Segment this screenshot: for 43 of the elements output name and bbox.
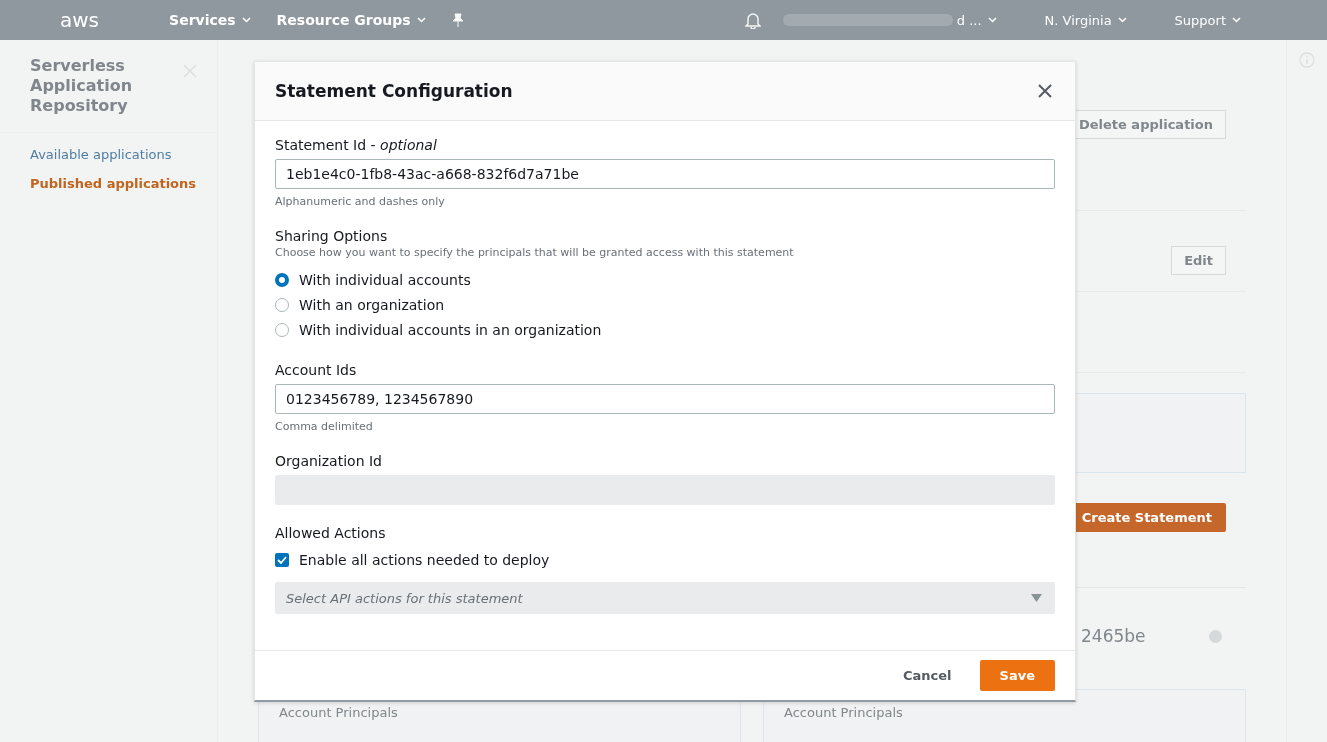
- logo[interactable]: aws: [60, 8, 100, 32]
- region-menu[interactable]: N. Virginia: [1044, 12, 1127, 28]
- card-title: Account Principals: [279, 705, 398, 720]
- radio-label: With individual accounts: [299, 271, 471, 288]
- field-label: Account Ids: [275, 362, 358, 378]
- pin-icon[interactable]: [451, 13, 464, 27]
- nav-menu[interactable]: Services: [169, 12, 251, 28]
- field-description: Choose how you want to specify the principals that will be granted access with this statement: [275, 246, 795, 259]
- radio-label: With an organization: [299, 296, 445, 313]
- dialog-title: Statement Configuration: [275, 81, 513, 101]
- caret-icon: [1117, 17, 1127, 23]
- caret-icon: [1232, 17, 1241, 23]
- account-ids-field[interactable]: 0123456789, 1234567890: [275, 384, 1055, 414]
- radio-label: With individual accounts in an organization: [299, 321, 602, 338]
- field-hint: Comma delimited: [275, 420, 374, 433]
- caret-icon: [241, 17, 251, 23]
- statement-id-field[interactable]: 1eb1e4c0-1fb8-43ac-a668-832f6d7a71be: [275, 159, 1055, 189]
- field-label: Allowed Actions: [275, 525, 387, 541]
- checkbox-label: Enable all actions needed to deploy: [299, 551, 550, 568]
- caret-icon: [987, 17, 997, 23]
- statement-id-text: 2465be: [1081, 626, 1146, 646]
- cancel-button[interactable]: Cancel: [899, 660, 956, 691]
- checkbox[interactable]: [275, 552, 289, 567]
- radio-button[interactable]: [275, 297, 289, 312]
- field-label: Organization Id: [275, 453, 383, 469]
- support-menu[interactable]: Support: [1174, 12, 1241, 28]
- bell-icon[interactable]: [744, 11, 761, 29]
- radio-button[interactable]: [275, 322, 289, 337]
- field-label: Sharing Options: [275, 228, 389, 244]
- nav-menu[interactable]: Resource Groups: [276, 12, 426, 28]
- edit-button[interactable]: Edit: [1171, 246, 1226, 275]
- field-hint: Alphanumeric and dashes only: [275, 195, 446, 208]
- sidebar-title: Serverless Application Repository: [30, 56, 134, 116]
- caret-icon: [416, 17, 426, 23]
- card-title: Account Principals: [784, 705, 903, 720]
- status-dot: [1209, 629, 1222, 643]
- save-button[interactable]: Save: [979, 660, 1055, 691]
- account-menu[interactable]: d ...: [956, 12, 997, 28]
- dropdown-arrow-icon: [1031, 594, 1042, 602]
- sidebar-link[interactable]: Available applications: [30, 147, 217, 162]
- sidebar-link[interactable]: Published applications: [30, 176, 217, 191]
- radio-button[interactable]: [275, 272, 289, 287]
- field-label: Statement Id - optional: [275, 137, 438, 153]
